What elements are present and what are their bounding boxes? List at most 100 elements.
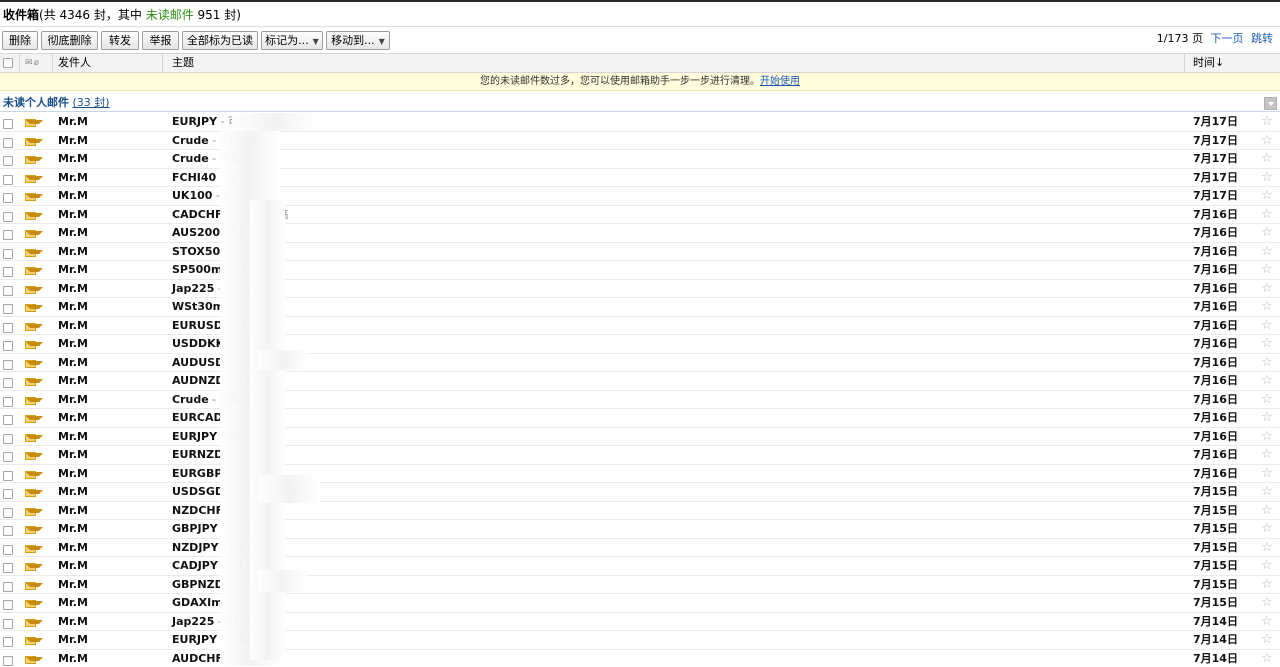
privacy-blur (258, 570, 306, 592)
email-row[interactable]: Mr.MAUDNZD - h4 偏多7月16日☆ (0, 372, 1280, 391)
next-page-link[interactable]: 下一页 (1211, 32, 1244, 45)
privacy-blur (258, 350, 308, 370)
email-date: 7月16日 (1193, 281, 1238, 295)
star-icon[interactable]: ☆ (1261, 557, 1273, 575)
star-icon[interactable]: ☆ (1261, 483, 1273, 501)
permanent-delete-label: 彻底删除 (47, 34, 92, 47)
email-subject-title: NZDJPY (172, 540, 219, 554)
group-count-link[interactable]: (33 封) (73, 96, 110, 109)
email-sender: Mr.M (58, 207, 88, 221)
email-row[interactable]: Mr.MJap225 - h4 偏多7月16日☆ (0, 280, 1280, 298)
email-row[interactable]: Mr.MNZDJPY - h4 偏7月15日☆ (0, 539, 1280, 557)
mark-as-dropdown[interactable]: 标记为... ▼ (261, 31, 323, 50)
move-to-dropdown[interactable]: 移动到... ▼ (326, 31, 390, 50)
email-row[interactable]: Mr.MGBPJPY - h4 偏7月15日☆ (0, 520, 1280, 539)
checkbox-icon (3, 267, 13, 277)
collapse-group-button[interactable] (1264, 97, 1277, 110)
star-icon[interactable]: ☆ (1261, 280, 1273, 298)
email-date: 7月16日 (1193, 226, 1238, 239)
mark-all-read-label: 全部标为已读 (187, 34, 253, 47)
star-icon[interactable]: ☆ (1261, 372, 1273, 390)
star-icon[interactable]: ☆ (1261, 261, 1273, 279)
star-icon[interactable]: ☆ (1261, 520, 1273, 538)
email-sender: Mr.M (58, 226, 88, 239)
email-row[interactable]: Mr.M STOX50 7月16日 ☆ (0, 243, 1280, 261)
start-cleanup-link[interactable]: 开始使用 (760, 76, 800, 87)
star-icon[interactable]: ☆ (1261, 409, 1273, 427)
delete-button-label: 删除 (9, 34, 31, 47)
star-icon[interactable]: ☆ (1261, 224, 1273, 242)
star-icon[interactable]: ☆ (1261, 132, 1273, 150)
star-icon[interactable]: ☆ (1261, 631, 1273, 649)
star-icon[interactable]: ☆ (1261, 206, 1273, 224)
email-row[interactable]: Mr.MNZDCHF - h47月15日☆ (0, 502, 1280, 520)
star-icon[interactable]: ☆ (1261, 465, 1273, 483)
star-icon[interactable]: ☆ (1261, 594, 1273, 612)
checkbox-icon (3, 248, 13, 259)
star-icon[interactable]: ☆ (1261, 169, 1273, 187)
sender-column-header[interactable]: 发件人 (58, 54, 91, 72)
star-icon[interactable]: ☆ (1261, 613, 1273, 631)
email-row[interactable]: Mr.MAUDUSD - 可能发生高7月16日☆ (0, 354, 1280, 372)
star-icon[interactable]: ☆ (1261, 354, 1273, 372)
subject-column-header[interactable]: 主题 (172, 54, 194, 72)
email-row[interactable]: Mr.MSP500m - h4 偏7月16日☆ (0, 261, 1280, 280)
email-row[interactable]: Mr.MEURUSD - h4 偏好7月16日☆ (0, 317, 1280, 335)
email-row[interactable]: Mr.MEURGBP - h47月16日☆ (0, 465, 1280, 483)
forward-button[interactable]: 转发 (101, 31, 139, 50)
permanent-delete-button[interactable]: 彻底删除 (41, 31, 98, 50)
email-row[interactable]: Mr.MUK100 - h7月17日☆ (0, 187, 1280, 206)
mark-all-read-button[interactable]: 全部标为已读 (182, 31, 258, 50)
email-row[interactable]: Mr.MFCHI40 - h7月17日☆ (0, 169, 1280, 187)
email-sender: Mr.M (58, 189, 88, 202)
email-row[interactable]: Mr.MGDAXIm - h47月15日☆ (0, 594, 1280, 613)
email-subject-title: SP500m (172, 263, 223, 276)
star-icon[interactable]: ☆ (1261, 113, 1273, 131)
email-date: 7月16日 (1193, 392, 1238, 406)
email-row[interactable]: Mr.MCADCHF - 可能发生高7月16日☆ (0, 206, 1280, 224)
unread-mail-link[interactable]: 未读邮件 (146, 8, 194, 22)
star-icon[interactable]: ☆ (1261, 539, 1273, 557)
star-icon[interactable]: ☆ (1261, 428, 1273, 446)
email-row[interactable]: Mr.MEURNZD - h47月16日☆ (0, 446, 1280, 465)
column-header-row: ✉⌀ 发件人 主题 时间↓ (0, 53, 1280, 73)
star-icon[interactable]: ☆ (1261, 576, 1273, 594)
email-row[interactable]: Mr.MCrude - h4 偏多7月17日☆ (0, 132, 1280, 150)
star-icon[interactable]: ☆ (1261, 150, 1273, 168)
email-row[interactable]: Mr.MEURJPY - 可能7月14日☆ (0, 631, 1280, 650)
star-icon[interactable]: ☆ (1261, 243, 1273, 261)
unread-envelope-icon (25, 304, 43, 312)
email-row[interactable]: Mr.MCADJPY - h4 偏7月15日☆ (0, 557, 1280, 576)
email-row[interactable]: Mr.MWSt30m - h4 偏多7月16日☆ (0, 298, 1280, 317)
delete-button[interactable]: 删除 (2, 31, 38, 50)
star-icon[interactable]: ☆ (1261, 317, 1273, 335)
jump-page-link[interactable]: 跳转 (1251, 32, 1273, 45)
email-row[interactable]: Mr.MEURJPY - h47月16日☆ (0, 428, 1280, 446)
time-column-header[interactable]: 时间↓ (1193, 54, 1224, 72)
email-row[interactable]: Mr.MEURJPY - 可能发生高7月17日☆ (0, 113, 1280, 132)
star-icon[interactable]: ☆ (1261, 650, 1273, 667)
email-row[interactable]: Mr.MJap225 - h4 偏7月14日☆ (0, 613, 1280, 631)
star-icon[interactable]: ☆ (1261, 298, 1273, 316)
row-checkbox[interactable] (3, 654, 13, 667)
email-row[interactable]: Mr.MAUS200 - h4 偏7月16日☆ (0, 224, 1280, 243)
email-sender: Mr.M (58, 466, 88, 480)
email-row[interactable]: Mr.MCrude - 可能7月17日☆ (0, 150, 1280, 169)
star-icon[interactable]: ☆ (1261, 502, 1273, 520)
star-icon[interactable]: ☆ (1261, 187, 1273, 205)
email-row[interactable]: Mr.MEURCAD - h4 偏多7月16日☆ (0, 409, 1280, 428)
unread-envelope-icon (25, 322, 43, 331)
email-row[interactable]: Mr.MCrude - 可能发生高位7月16日☆ (0, 391, 1280, 409)
star-icon[interactable]: ☆ (1261, 391, 1273, 409)
email-row[interactable]: Mr.MGBPNZD - 可能发7月15日☆ (0, 576, 1280, 594)
email-date: 7月16日 (1193, 300, 1238, 313)
email-row[interactable]: Mr.MAUDCHF - 可能7月14日☆ (0, 650, 1280, 667)
star-icon[interactable]: ☆ (1261, 446, 1273, 464)
email-row[interactable]: Mr.MUSDDKK - 可能发7月16日☆ (0, 335, 1280, 354)
email-row[interactable]: Mr.MUSDSGD - 可能发生高位7月15日☆ (0, 483, 1280, 502)
star-icon[interactable]: ☆ (1261, 335, 1273, 353)
email-date: 7月16日 (1193, 429, 1238, 443)
report-button[interactable]: 举报 (142, 31, 179, 50)
email-subject[interactable]: STOX50 (172, 243, 220, 261)
select-all-checkbox[interactable] (3, 58, 13, 68)
